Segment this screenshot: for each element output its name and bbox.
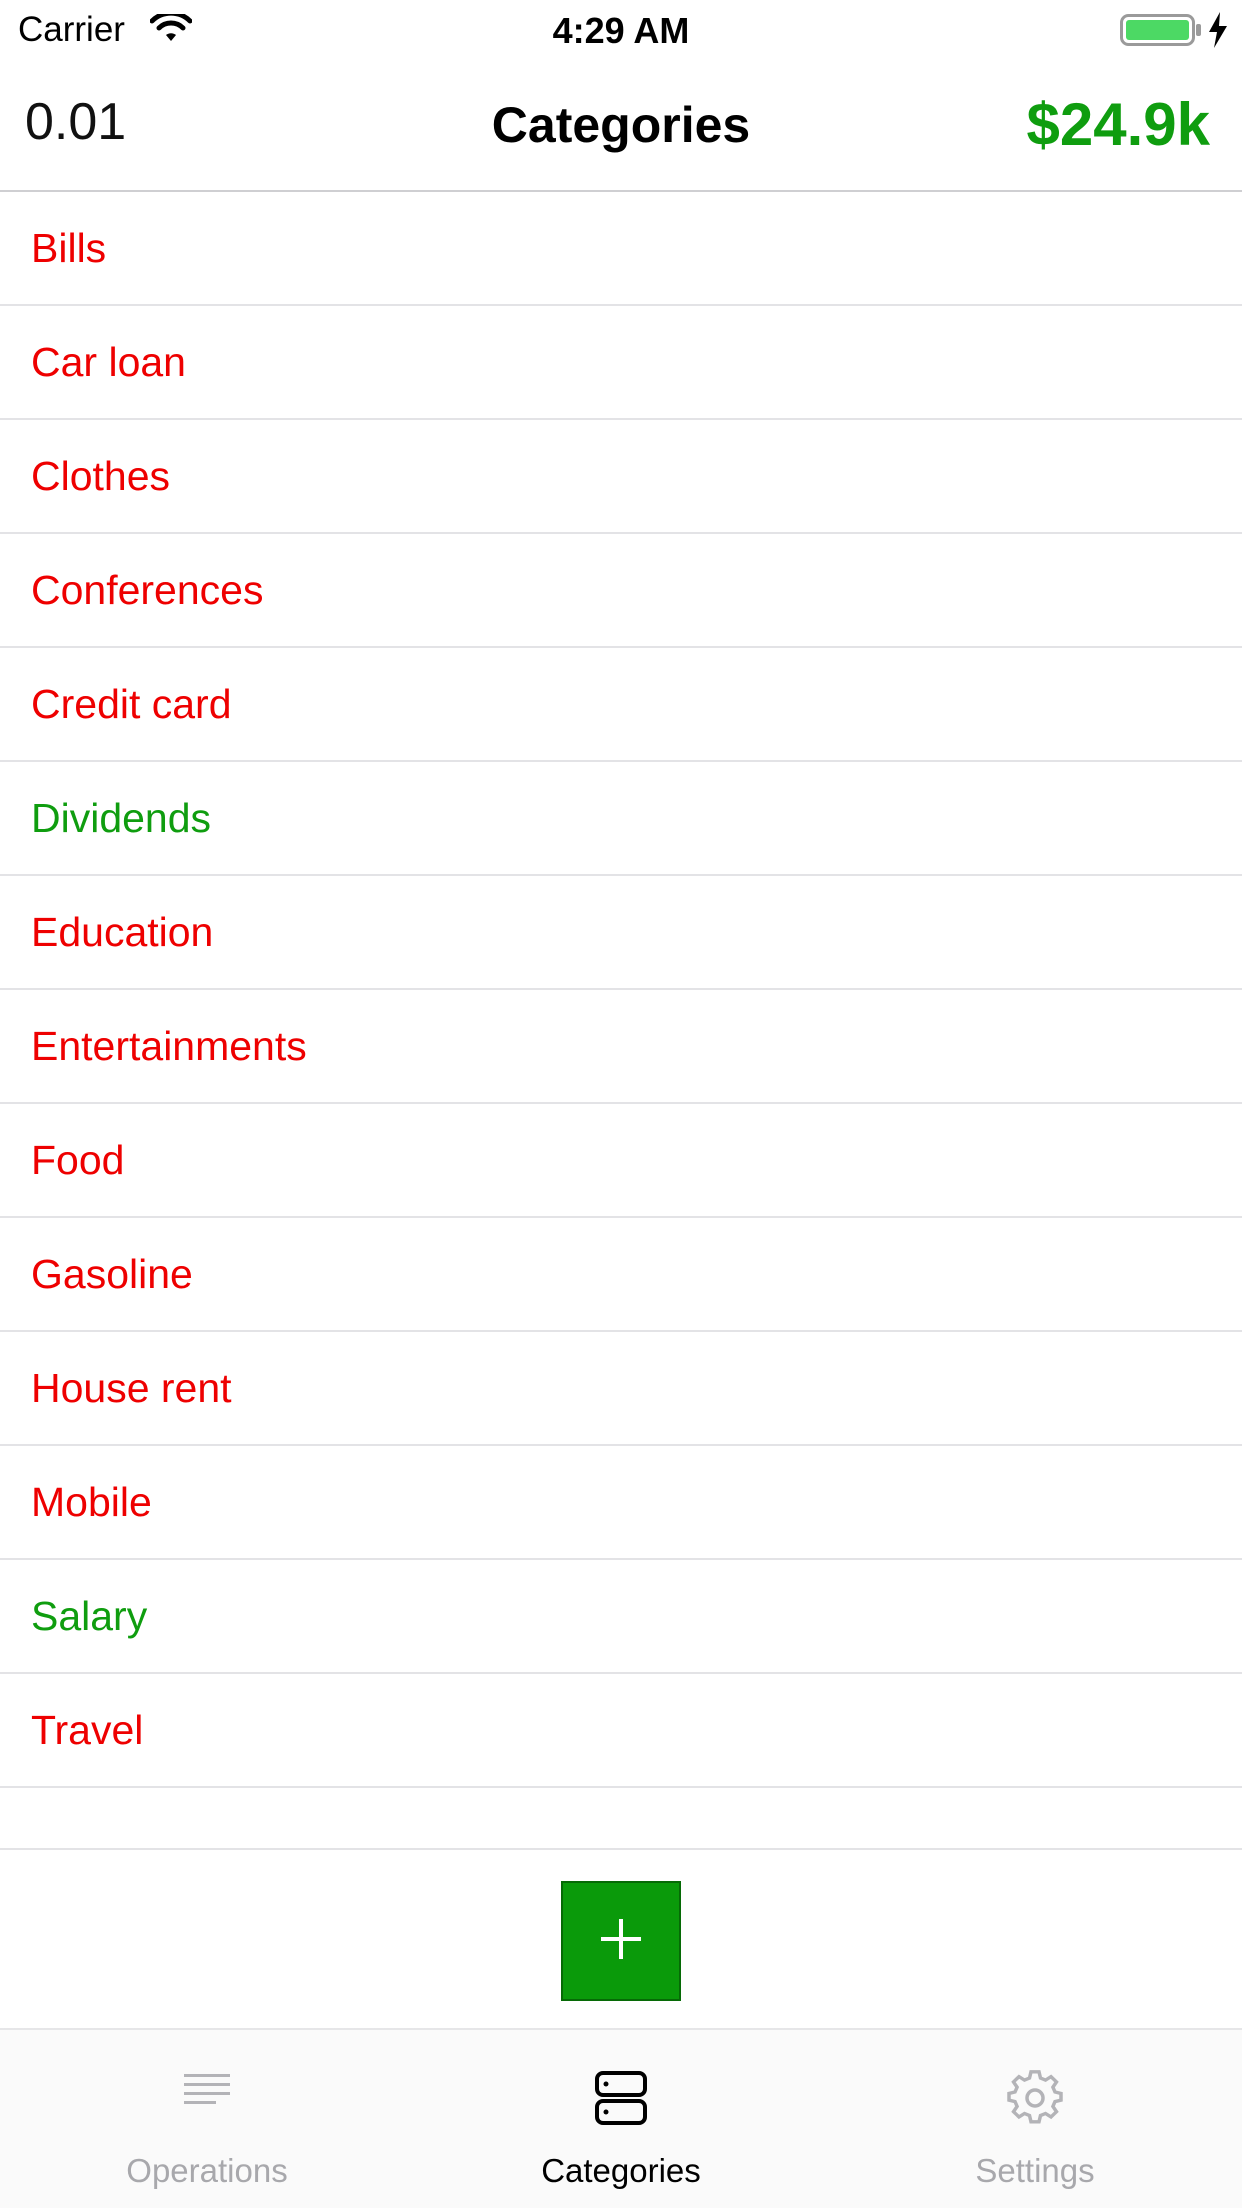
plus-icon [598,1916,644,1967]
category-label: Mobile [31,1478,152,1525]
category-row[interactable]: Bills [0,192,1242,306]
category-label: Salary [31,1592,148,1639]
category-row[interactable]: Food [0,1104,1242,1218]
balance-total[interactable]: $24.9k [1026,90,1210,159]
category-row[interactable]: Gasoline [0,1218,1242,1332]
navigation-bar: 0.01 Categories $24.9k [0,62,1242,192]
list-divider [0,1848,1242,1850]
category-label: Credit card [31,680,232,727]
tab-label-settings: Settings [975,2152,1095,2189]
category-row[interactable]: House rent [0,1332,1242,1446]
category-row[interactable]: Travel [0,1674,1242,1788]
gear-icon [1007,2070,1063,2131]
category-row[interactable]: Conferences [0,534,1242,648]
battery-icon [1120,14,1204,51]
category-row[interactable]: Car loan [0,306,1242,420]
category-row[interactable]: Salary [0,1560,1242,1674]
category-label: Dividends [31,794,212,841]
category-label: Entertainments [31,1022,307,1069]
category-list: Bills Car loan Clothes Conferences Credit ca… [0,192,1242,1788]
charging-bolt-icon [1207,12,1229,53]
tab-bar: Operations Categories Settings [0,2028,1242,2208]
tab-label-operations: Operations [126,2152,288,2189]
tab-operations[interactable]: Operations [0,2030,414,2208]
status-bar: Carrier 4:29 AM [0,0,1242,62]
list-lines-icon [182,2070,232,2115]
category-row[interactable]: Education [0,876,1242,990]
category-label: House rent [31,1364,232,1411]
clock-time: 4:29 AM [552,10,690,51]
category-label: Gasoline [31,1250,193,1297]
category-label: Bills [31,224,107,271]
add-category-button[interactable] [561,1881,681,2001]
category-label: Car loan [31,338,186,385]
category-label: Education [31,908,214,955]
category-row[interactable]: Credit card [0,648,1242,762]
tab-label-categories: Categories [541,2152,701,2189]
category-label: Conferences [31,566,264,613]
tab-categories[interactable]: Categories [414,2030,828,2208]
tab-settings[interactable]: Settings [828,2030,1242,2208]
category-row[interactable]: Clothes [0,420,1242,534]
category-label: Food [31,1136,125,1183]
stacked-boxes-icon [593,2070,649,2131]
category-row[interactable]: Dividends [0,762,1242,876]
category-label: Clothes [31,452,171,499]
category-label: Travel [31,1706,144,1753]
categories-screen: Carrier 4:29 AM 0.01 Categories $24.9k B… [0,0,1242,2208]
category-row[interactable]: Entertainments [0,990,1242,1104]
category-row[interactable]: Mobile [0,1446,1242,1560]
